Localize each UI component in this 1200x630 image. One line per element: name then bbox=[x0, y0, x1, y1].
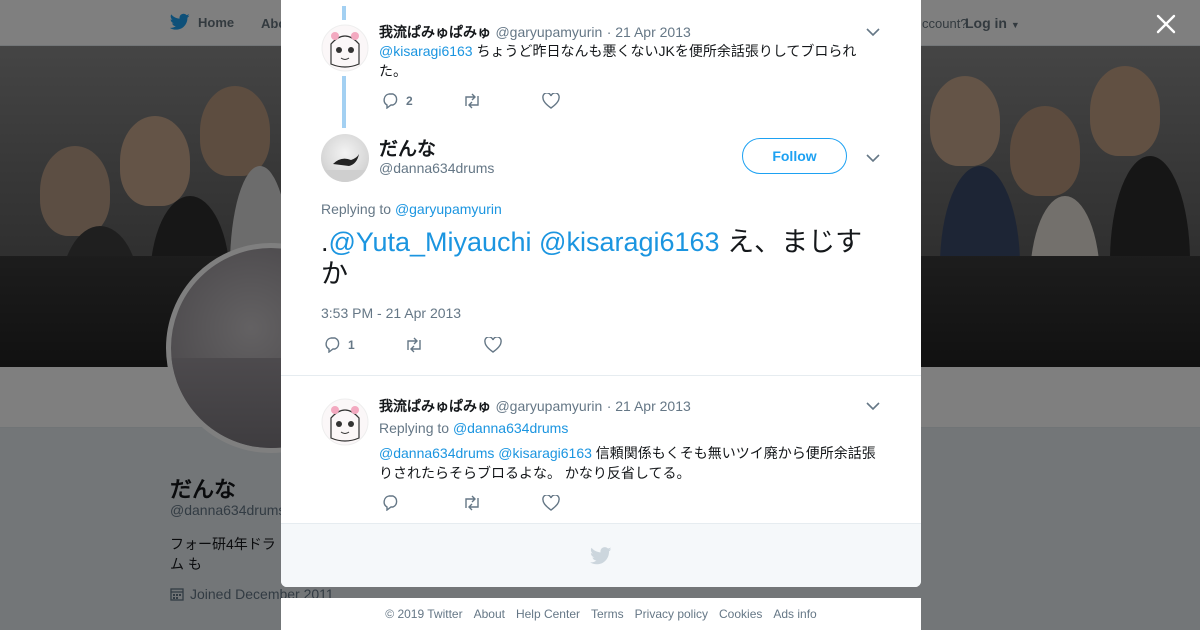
tweet-avatar[interactable] bbox=[321, 24, 369, 72]
replying-to: Replying to @garyupamyurin bbox=[321, 201, 502, 217]
tweet-avatar[interactable] bbox=[321, 398, 369, 446]
retweet-button[interactable] bbox=[462, 93, 542, 109]
manga-girl-avatar-icon bbox=[321, 24, 369, 72]
replying-to-label: Replying to bbox=[379, 420, 453, 436]
tweet-text: @danna634drums @kisaragi6163 信頼関係もくそも無いツ… bbox=[379, 443, 884, 483]
footer-link-ads-info[interactable]: Ads info bbox=[773, 607, 816, 621]
footer-link-about[interactable]: About bbox=[474, 607, 505, 621]
footer-link-help-center[interactable]: Help Center bbox=[516, 607, 580, 621]
tweet-text-prefix: . bbox=[321, 227, 329, 257]
thread-line bbox=[342, 76, 346, 128]
reply-button[interactable] bbox=[382, 495, 462, 511]
replying-to-handle[interactable]: @garyupamyurin bbox=[395, 201, 502, 217]
bird-photo-avatar-icon bbox=[321, 154, 369, 182]
modal-footer bbox=[281, 523, 921, 587]
retweet-icon bbox=[465, 495, 479, 511]
close-modal-button[interactable] bbox=[1154, 12, 1178, 36]
tweet-actions bbox=[382, 495, 582, 511]
mention-link[interactable]: @kisaragi6163 bbox=[379, 43, 473, 59]
footer-copyright: © 2019 Twitter bbox=[385, 607, 463, 621]
like-button[interactable] bbox=[484, 337, 524, 353]
reply-button[interactable]: 2 bbox=[382, 93, 462, 109]
manga-girl-avatar-icon bbox=[321, 398, 369, 446]
main-tweet-text: .@Yuta_Miyauchi @kisaragi6163 え、まじすか bbox=[321, 226, 886, 290]
footer-link-privacy[interactable]: Privacy policy bbox=[635, 607, 708, 621]
mention-link[interactable]: @kisaragi6163 bbox=[498, 445, 592, 461]
mention-link[interactable]: @danna634drums bbox=[379, 445, 494, 461]
reply-count: 1 bbox=[348, 338, 355, 352]
reply-button[interactable]: 1 bbox=[324, 337, 404, 353]
tweet-author-name[interactable]: 我流ぱみゅぱみゅ bbox=[379, 398, 491, 414]
tweet-avatar[interactable] bbox=[321, 134, 369, 182]
tweet-actions: 1 bbox=[324, 337, 524, 353]
heart-icon bbox=[542, 495, 560, 511]
tweet-author-name[interactable]: だんな bbox=[379, 134, 436, 161]
heart-icon bbox=[484, 337, 502, 353]
reply-icon bbox=[383, 495, 398, 511]
tweet-date[interactable]: · 21 Apr 2013 bbox=[607, 398, 691, 414]
reply-icon bbox=[325, 337, 340, 353]
tweet-author-name[interactable]: 我流ぱみゅぱみゅ bbox=[379, 24, 491, 40]
footer-link-cookies[interactable]: Cookies bbox=[719, 607, 762, 621]
retweet-button[interactable] bbox=[462, 495, 542, 511]
heart-icon bbox=[542, 93, 560, 109]
twitter-bird-icon bbox=[590, 546, 612, 564]
tweet-permalink-modal: 我流ぱみゅぱみゅ @garyupamyurin · 21 Apr 2013 @k… bbox=[281, 0, 921, 587]
chevron-down-icon[interactable] bbox=[866, 401, 880, 411]
replying-to-label: Replying to bbox=[321, 201, 395, 217]
retweet-icon bbox=[465, 93, 479, 109]
chevron-down-icon[interactable] bbox=[866, 27, 880, 37]
thread-line bbox=[342, 6, 346, 20]
mention-link[interactable]: @Yuta_Miyauchi bbox=[329, 227, 532, 257]
tweet-author-handle[interactable]: @garyupamyurin bbox=[495, 24, 602, 40]
tweet-text: @kisaragi6163 ちょうど昨日なんも悪くないJKを便所余話張りしてブロ… bbox=[379, 41, 869, 81]
follow-button[interactable]: Follow bbox=[742, 138, 847, 174]
divider bbox=[281, 375, 921, 376]
close-icon bbox=[1156, 14, 1176, 34]
mention-link[interactable]: @kisaragi6163 bbox=[539, 227, 720, 257]
like-button[interactable] bbox=[542, 93, 582, 109]
reply-count: 2 bbox=[406, 94, 413, 108]
page-footer: © 2019 Twitter About Help Center Terms P… bbox=[281, 598, 921, 630]
replying-to-handle[interactable]: @danna634drums bbox=[453, 420, 568, 436]
tweet-author-handle[interactable]: @garyupamyurin bbox=[495, 398, 602, 414]
footer-link-terms[interactable]: Terms bbox=[591, 607, 624, 621]
tweet-author-handle[interactable]: @danna634drums bbox=[379, 160, 494, 176]
retweet-icon bbox=[407, 337, 421, 353]
replying-to: Replying to @danna634drums bbox=[379, 420, 568, 436]
tweet-actions: 2 bbox=[382, 93, 582, 109]
tweet-date[interactable]: · 21 Apr 2013 bbox=[607, 24, 691, 40]
reply-icon bbox=[383, 93, 398, 109]
tweet-timestamp[interactable]: 3:53 PM - 21 Apr 2013 bbox=[321, 305, 461, 321]
like-button[interactable] bbox=[542, 495, 582, 511]
retweet-button[interactable] bbox=[404, 337, 484, 353]
chevron-down-icon[interactable] bbox=[866, 153, 880, 163]
